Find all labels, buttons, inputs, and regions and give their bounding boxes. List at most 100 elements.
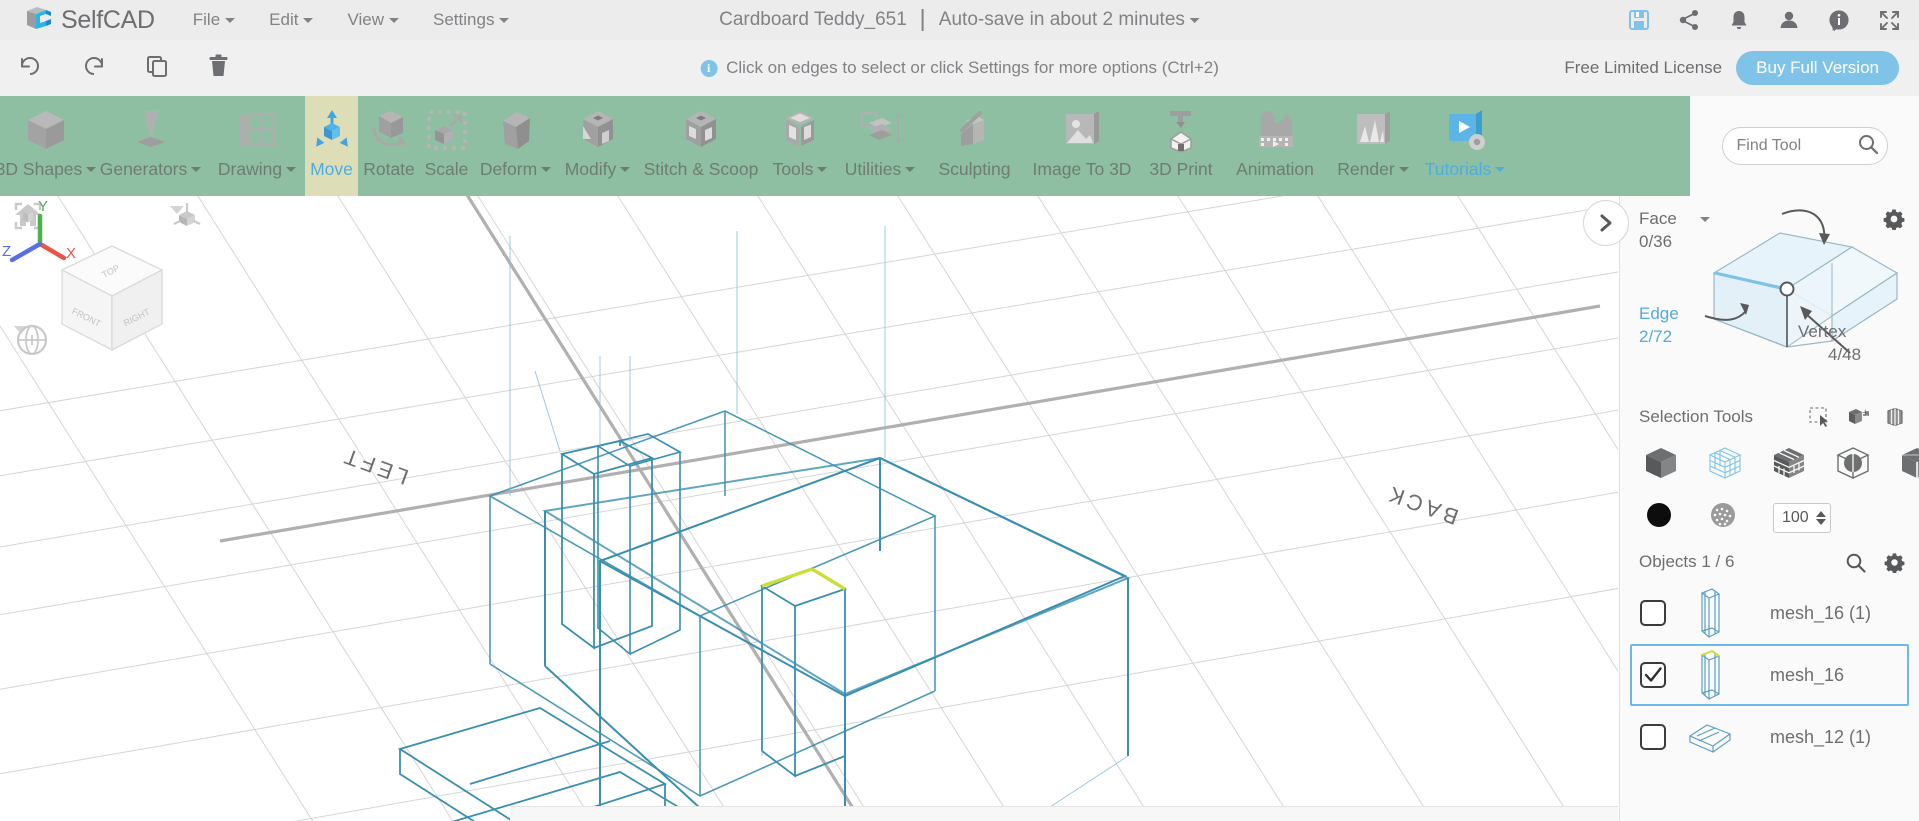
- scene-label-left: LEFT: [338, 442, 412, 489]
- objects-header: Objects 1 / 6: [1620, 542, 1919, 582]
- object-visibility-checkbox[interactable]: [1640, 600, 1666, 626]
- menu-settings[interactable]: Settings: [433, 10, 510, 30]
- opacity-value-input[interactable]: [1782, 508, 1816, 527]
- search-input[interactable]: [1736, 137, 1851, 155]
- copy-icon[interactable]: [146, 55, 168, 82]
- animation-film-icon: [1251, 103, 1299, 157]
- ribbon-item-label: Scale: [424, 159, 469, 179]
- app-logo[interactable]: SelfCAD: [24, 5, 155, 35]
- ribbon-label: Utilities: [845, 159, 916, 180]
- chevron-down-icon: [1398, 167, 1409, 172]
- ribbon-item-label: Modify: [564, 159, 617, 179]
- viewport-perspective-control[interactable]: [170, 202, 201, 226]
- notifications-bell-icon[interactable]: [1728, 9, 1750, 31]
- solid-circle-icon[interactable]: [1645, 501, 1673, 534]
- rectangle-select-icon[interactable]: [1809, 407, 1831, 427]
- ribbon-item-label: Stitch & Scoop: [643, 159, 759, 179]
- half-cube-icon[interactable]: [1898, 444, 1919, 487]
- stepper-down-icon[interactable]: [1816, 518, 1826, 525]
- user-account-icon[interactable]: [1778, 9, 1800, 31]
- menu-view[interactable]: View: [347, 10, 400, 30]
- license-block: Free Limited License Buy Full Version: [1564, 51, 1899, 85]
- ribbon-item-3d-shapes[interactable]: 3D Shapes: [0, 96, 97, 196]
- ribbon-item-rotate[interactable]: Rotate: [358, 96, 420, 196]
- ribbon-item-move[interactable]: Move: [305, 96, 358, 196]
- face-selection-block[interactable]: Face 0/36: [1639, 209, 1710, 252]
- ribbon-item-modify[interactable]: Modify: [558, 96, 637, 196]
- object-list-item[interactable]: mesh_12 (1): [1630, 706, 1909, 768]
- viewport-orbit-control[interactable]: [14, 322, 48, 356]
- hidden-edges: [509, 226, 1129, 821]
- loop-select-icon[interactable]: [1885, 407, 1905, 427]
- object-thumbnail: [1680, 716, 1740, 758]
- subdivided-cube-icon[interactable]: [1770, 444, 1808, 487]
- dotted-sphere-icon[interactable]: [1709, 501, 1737, 534]
- orbit-icon: [16, 324, 48, 356]
- chevron-down-icon: [286, 167, 297, 172]
- menu-file[interactable]: File: [192, 10, 236, 30]
- ribbon-item-tutorials[interactable]: Tutorials: [1418, 96, 1512, 196]
- share-icon[interactable]: [1678, 9, 1700, 31]
- 3d-viewport[interactable]: LEFT BACK TOP FRONT RIGHT Y X Z: [0, 196, 1618, 821]
- solid-cube-icon[interactable]: [1642, 444, 1680, 487]
- ribbon-label: Drawing: [218, 159, 297, 180]
- redo-icon[interactable]: [82, 54, 106, 83]
- search-icon[interactable]: [1857, 133, 1879, 160]
- ribbon-item-label: 3D Print: [1149, 159, 1213, 179]
- find-tool-box[interactable]: [1721, 127, 1888, 165]
- add-selection-icon[interactable]: +: [1847, 407, 1869, 427]
- ground-grid: [0, 196, 1618, 821]
- gear-icon[interactable]: [1884, 552, 1905, 573]
- undo-icon[interactable]: [18, 54, 42, 83]
- buy-full-version-button[interactable]: Buy Full Version: [1736, 51, 1899, 85]
- stepper-up-icon[interactable]: [1816, 510, 1826, 517]
- selection-tools-right-icons: +: [1809, 407, 1905, 427]
- modify-cube-icon: [574, 103, 622, 157]
- ribbon-item-3d-print[interactable]: 3D Print: [1140, 96, 1222, 196]
- chevron-down-icon: [620, 167, 631, 172]
- document-title[interactable]: Cardboard Teddy_651: [719, 9, 907, 31]
- ribbon-label: 3D Shapes: [0, 159, 97, 180]
- ribbon-item-sculpting[interactable]: Sculpting: [925, 96, 1024, 196]
- menu-edit[interactable]: Edit: [269, 10, 314, 30]
- collapse-right-panel-button[interactable]: [1583, 200, 1629, 246]
- menu-file-label: File: [192, 10, 221, 29]
- search-icon[interactable]: [1845, 552, 1866, 573]
- object-visibility-checkbox[interactable]: [1640, 662, 1666, 688]
- ribbon-item-image-to-3d[interactable]: Image To 3D: [1024, 96, 1140, 196]
- object-thumbnail: [1680, 647, 1740, 703]
- ribbon-item-utilities[interactable]: Utilities: [835, 96, 925, 196]
- ribbon-item-label: 3D Shapes: [0, 159, 83, 179]
- info-icon[interactable]: [1828, 9, 1850, 31]
- object-list-item[interactable]: mesh_16: [1630, 644, 1909, 706]
- ribbon-label: Animation: [1236, 159, 1314, 180]
- ribbon-item-deform[interactable]: Deform: [473, 96, 558, 196]
- brand-name: SelfCAD: [61, 5, 155, 34]
- ribbon-item-label: Tools: [772, 159, 814, 179]
- ribbon-item-drawing[interactable]: Drawing: [209, 96, 305, 196]
- ribbon-item-generators[interactable]: Generators: [92, 96, 209, 196]
- object-list-item[interactable]: mesh_16 (1): [1630, 582, 1909, 644]
- ribbon-item-render[interactable]: Render: [1328, 96, 1418, 196]
- ribbon-item-animation[interactable]: Animation: [1222, 96, 1328, 196]
- model-wireframe-secondary: [488, 410, 937, 797]
- wireframe-grid-cube-icon[interactable]: [1706, 444, 1744, 487]
- svg-text:+: +: [1862, 407, 1868, 419]
- sphere-in-cube-icon[interactable]: [1834, 444, 1872, 487]
- chevron-down-icon: [499, 17, 510, 23]
- vertex-label: Vertex: [1798, 322, 1847, 341]
- edge-selection-block[interactable]: Edge 2/72: [1639, 304, 1679, 347]
- chevron-down-icon[interactable]: [1699, 216, 1710, 222]
- ribbon-item-scale[interactable]: Scale: [420, 96, 473, 196]
- fullscreen-expand-icon[interactable]: [1878, 9, 1901, 32]
- face-label: Face: [1639, 209, 1677, 228]
- object-visibility-checkbox[interactable]: [1640, 724, 1666, 750]
- autosave-status[interactable]: Auto-save in about 2 minutes: [939, 9, 1200, 31]
- trash-icon[interactable]: [208, 54, 229, 82]
- opacity-stepper[interactable]: [1773, 502, 1831, 533]
- vertex-selection-block[interactable]: Vertex 4/48: [1798, 322, 1861, 365]
- ribbon-item-stitch-scoop[interactable]: Stitch & Scoop: [637, 96, 765, 196]
- ribbon-item-tools[interactable]: Tools: [765, 96, 835, 196]
- save-icon[interactable]: [1628, 9, 1650, 31]
- stepper-arrows[interactable]: [1816, 510, 1826, 525]
